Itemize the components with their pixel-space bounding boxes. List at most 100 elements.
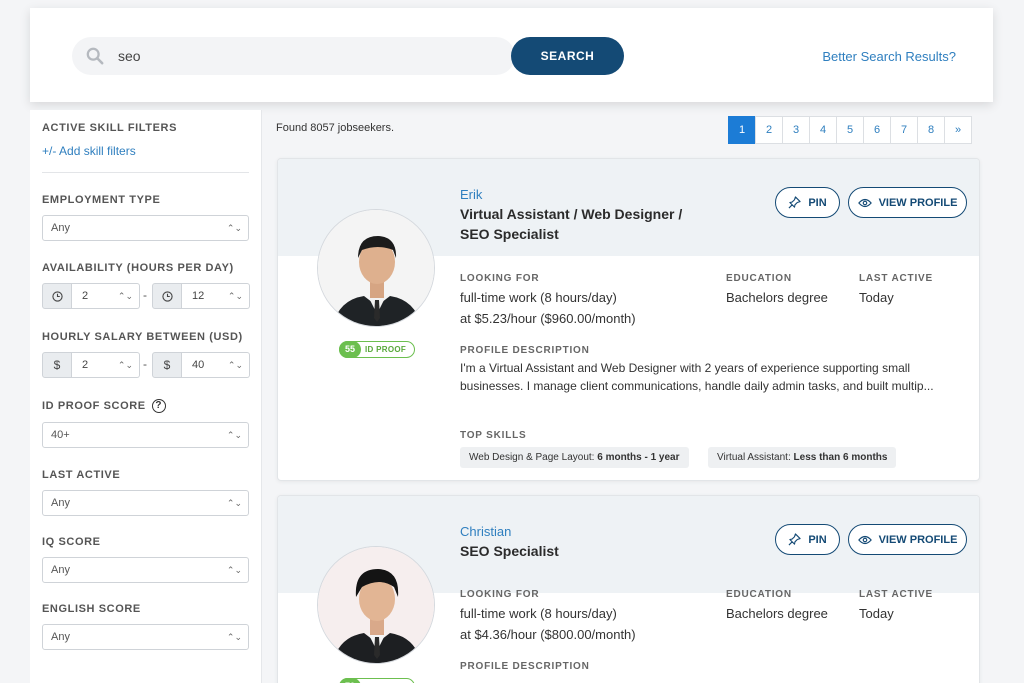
- results-count: Found 8057 jobseekers.: [276, 122, 395, 134]
- view-profile-label: VIEW PROFILE: [878, 196, 958, 209]
- page-6-button[interactable]: 6: [863, 116, 891, 144]
- id-proof-badge: 70 ID PROOF: [339, 678, 416, 683]
- spinner-icon[interactable]: ⌃⌄: [228, 353, 243, 377]
- page-2-button[interactable]: 2: [755, 116, 783, 144]
- availability-max-clock-icon: [152, 283, 182, 309]
- education-label: EDUCATION: [726, 589, 792, 600]
- active-skill-filters-heading: ACTIVE SKILL FILTERS: [42, 122, 178, 134]
- english-score-select[interactable]: Any ⌃⌄: [42, 624, 249, 650]
- pin-icon: [788, 196, 801, 209]
- id-proof-score-label-text: ID PROOF SCORE: [42, 399, 146, 412]
- sidebar-divider: [42, 172, 249, 173]
- availability-max-value: 12: [192, 290, 205, 302]
- search-button[interactable]: SEARCH: [511, 37, 624, 75]
- education-value: Bachelors degree: [726, 606, 828, 621]
- salary-max-input[interactable]: 40 ⌃⌄: [182, 352, 250, 378]
- spinner-icon[interactable]: ⌃⌄: [118, 353, 133, 377]
- looking-for-label: LOOKING FOR: [460, 273, 540, 284]
- skill-duration: Less than 6 months: [793, 452, 888, 463]
- candidate-title: Virtual Assistant / Web Designer / SEO S…: [460, 206, 683, 242]
- availability-max-input[interactable]: 12 ⌃⌄: [182, 283, 250, 309]
- skill-name: Web Design & Page Layout:: [469, 452, 595, 463]
- search-box[interactable]: [72, 37, 515, 75]
- top-skills-label: TOP SKILLS: [460, 430, 527, 441]
- help-icon[interactable]: ?: [151, 399, 166, 413]
- filter-sidebar: ACTIVE SKILL FILTERS +/- Add skill filte…: [30, 110, 262, 683]
- looking-for-hours: full-time work (8 hours/day): [460, 290, 617, 305]
- profile-photo: [318, 210, 434, 326]
- select-arrows-icon: ⌃⌄: [226, 632, 242, 642]
- pin-button[interactable]: PIN: [775, 524, 840, 555]
- looking-for-rate: at $5.23/hour ($960.00/month): [460, 311, 636, 326]
- salary-min-currency: $: [42, 352, 72, 378]
- page-8-button[interactable]: 8: [917, 116, 945, 144]
- view-profile-button[interactable]: VIEW PROFILE: [848, 524, 967, 555]
- page-5-button[interactable]: 5: [836, 116, 864, 144]
- search-header: SEARCH Better Search Results?: [30, 8, 993, 102]
- select-arrows-icon: ⌃⌄: [226, 430, 242, 440]
- education-label: EDUCATION: [726, 273, 792, 284]
- range-separator: -: [143, 357, 147, 371]
- skill-tag: Web Design & Page Layout: 6 months - 1 y…: [460, 447, 689, 468]
- id-proof-badge: 55 ID PROOF: [339, 341, 416, 358]
- spinner-icon[interactable]: ⌃⌄: [228, 284, 243, 308]
- candidate-card: 70 ID PROOF Christian SEO Specialist PIN…: [277, 495, 980, 683]
- id-proof-label: ID PROOF: [365, 345, 407, 354]
- candidate-name[interactable]: Christian: [460, 524, 511, 539]
- pin-label: PIN: [808, 196, 827, 209]
- view-profile-button[interactable]: VIEW PROFILE: [848, 187, 967, 218]
- salary-max-currency: $: [152, 352, 182, 378]
- better-search-results-link[interactable]: Better Search Results?: [822, 49, 956, 64]
- employment-type-label: EMPLOYMENT TYPE: [42, 194, 161, 206]
- candidate-name[interactable]: Erik: [460, 187, 482, 202]
- employment-type-value: Any: [51, 222, 70, 234]
- avatar[interactable]: [317, 546, 435, 664]
- select-arrows-icon: ⌃⌄: [226, 565, 242, 575]
- eye-icon: [857, 198, 872, 207]
- hourly-salary-label: HOURLY SALARY BETWEEN (USD): [42, 331, 243, 343]
- availability-min-value: 2: [82, 290, 89, 302]
- employment-type-select[interactable]: Any ⌃⌄: [42, 215, 249, 241]
- last-active-label: LAST ACTIVE: [859, 589, 933, 600]
- english-score-value: Any: [51, 631, 70, 643]
- availability-min-input[interactable]: 2 ⌃⌄: [72, 283, 140, 309]
- availability-min-clock-icon: [42, 283, 72, 309]
- profile-description: I'm a Virtual Assistant and Web Designer…: [460, 361, 934, 393]
- search-icon: [86, 47, 104, 65]
- salary-max-value: 40: [192, 359, 205, 371]
- page-7-button[interactable]: 7: [890, 116, 918, 144]
- salary-min-input[interactable]: 2 ⌃⌄: [72, 352, 140, 378]
- id-proof-score: 70: [339, 678, 361, 683]
- pin-button[interactable]: PIN: [775, 187, 840, 218]
- avatar[interactable]: [317, 209, 435, 327]
- candidate-card: 55 ID PROOF Erik Virtual Assistant / Web…: [277, 158, 980, 481]
- id-proof-score-label: ID PROOF SCORE?: [42, 399, 166, 413]
- looking-for-rate: at $4.36/hour ($800.00/month): [460, 627, 636, 642]
- range-separator: -: [143, 288, 147, 302]
- profile-description-label: PROFILE DESCRIPTION: [460, 661, 590, 672]
- iq-score-label: IQ SCORE: [42, 536, 101, 548]
- pin-label: PIN: [808, 533, 827, 546]
- last-active-label: LAST ACTIVE: [42, 469, 121, 481]
- pagination: 1 2 3 4 5 6 7 8 »: [728, 116, 972, 144]
- last-active-select[interactable]: Any ⌃⌄: [42, 490, 249, 516]
- page-3-button[interactable]: 3: [782, 116, 810, 144]
- spinner-icon[interactable]: ⌃⌄: [118, 284, 133, 308]
- next-page-button[interactable]: »: [944, 116, 972, 144]
- iq-score-select[interactable]: Any ⌃⌄: [42, 557, 249, 583]
- eye-icon: [857, 535, 872, 544]
- page-4-button[interactable]: 4: [809, 116, 837, 144]
- looking-for-label: LOOKING FOR: [460, 589, 540, 600]
- skill-duration: 6 months - 1 year: [597, 452, 680, 463]
- select-arrows-icon: ⌃⌄: [226, 223, 242, 233]
- salary-min-value: 2: [82, 359, 89, 371]
- page-1-button[interactable]: 1: [728, 116, 756, 144]
- select-arrows-icon: ⌃⌄: [226, 498, 242, 508]
- add-skill-filters-link[interactable]: +/- Add skill filters: [42, 144, 136, 158]
- id-proof-score-select[interactable]: 40+ ⌃⌄: [42, 422, 249, 448]
- education-value: Bachelors degree: [726, 290, 828, 305]
- availability-label: AVAILABILITY (HOURS PER DAY): [42, 262, 234, 274]
- last-active-value: Today: [859, 290, 894, 305]
- last-active-value: Any: [51, 497, 70, 509]
- search-input[interactable]: [118, 37, 498, 75]
